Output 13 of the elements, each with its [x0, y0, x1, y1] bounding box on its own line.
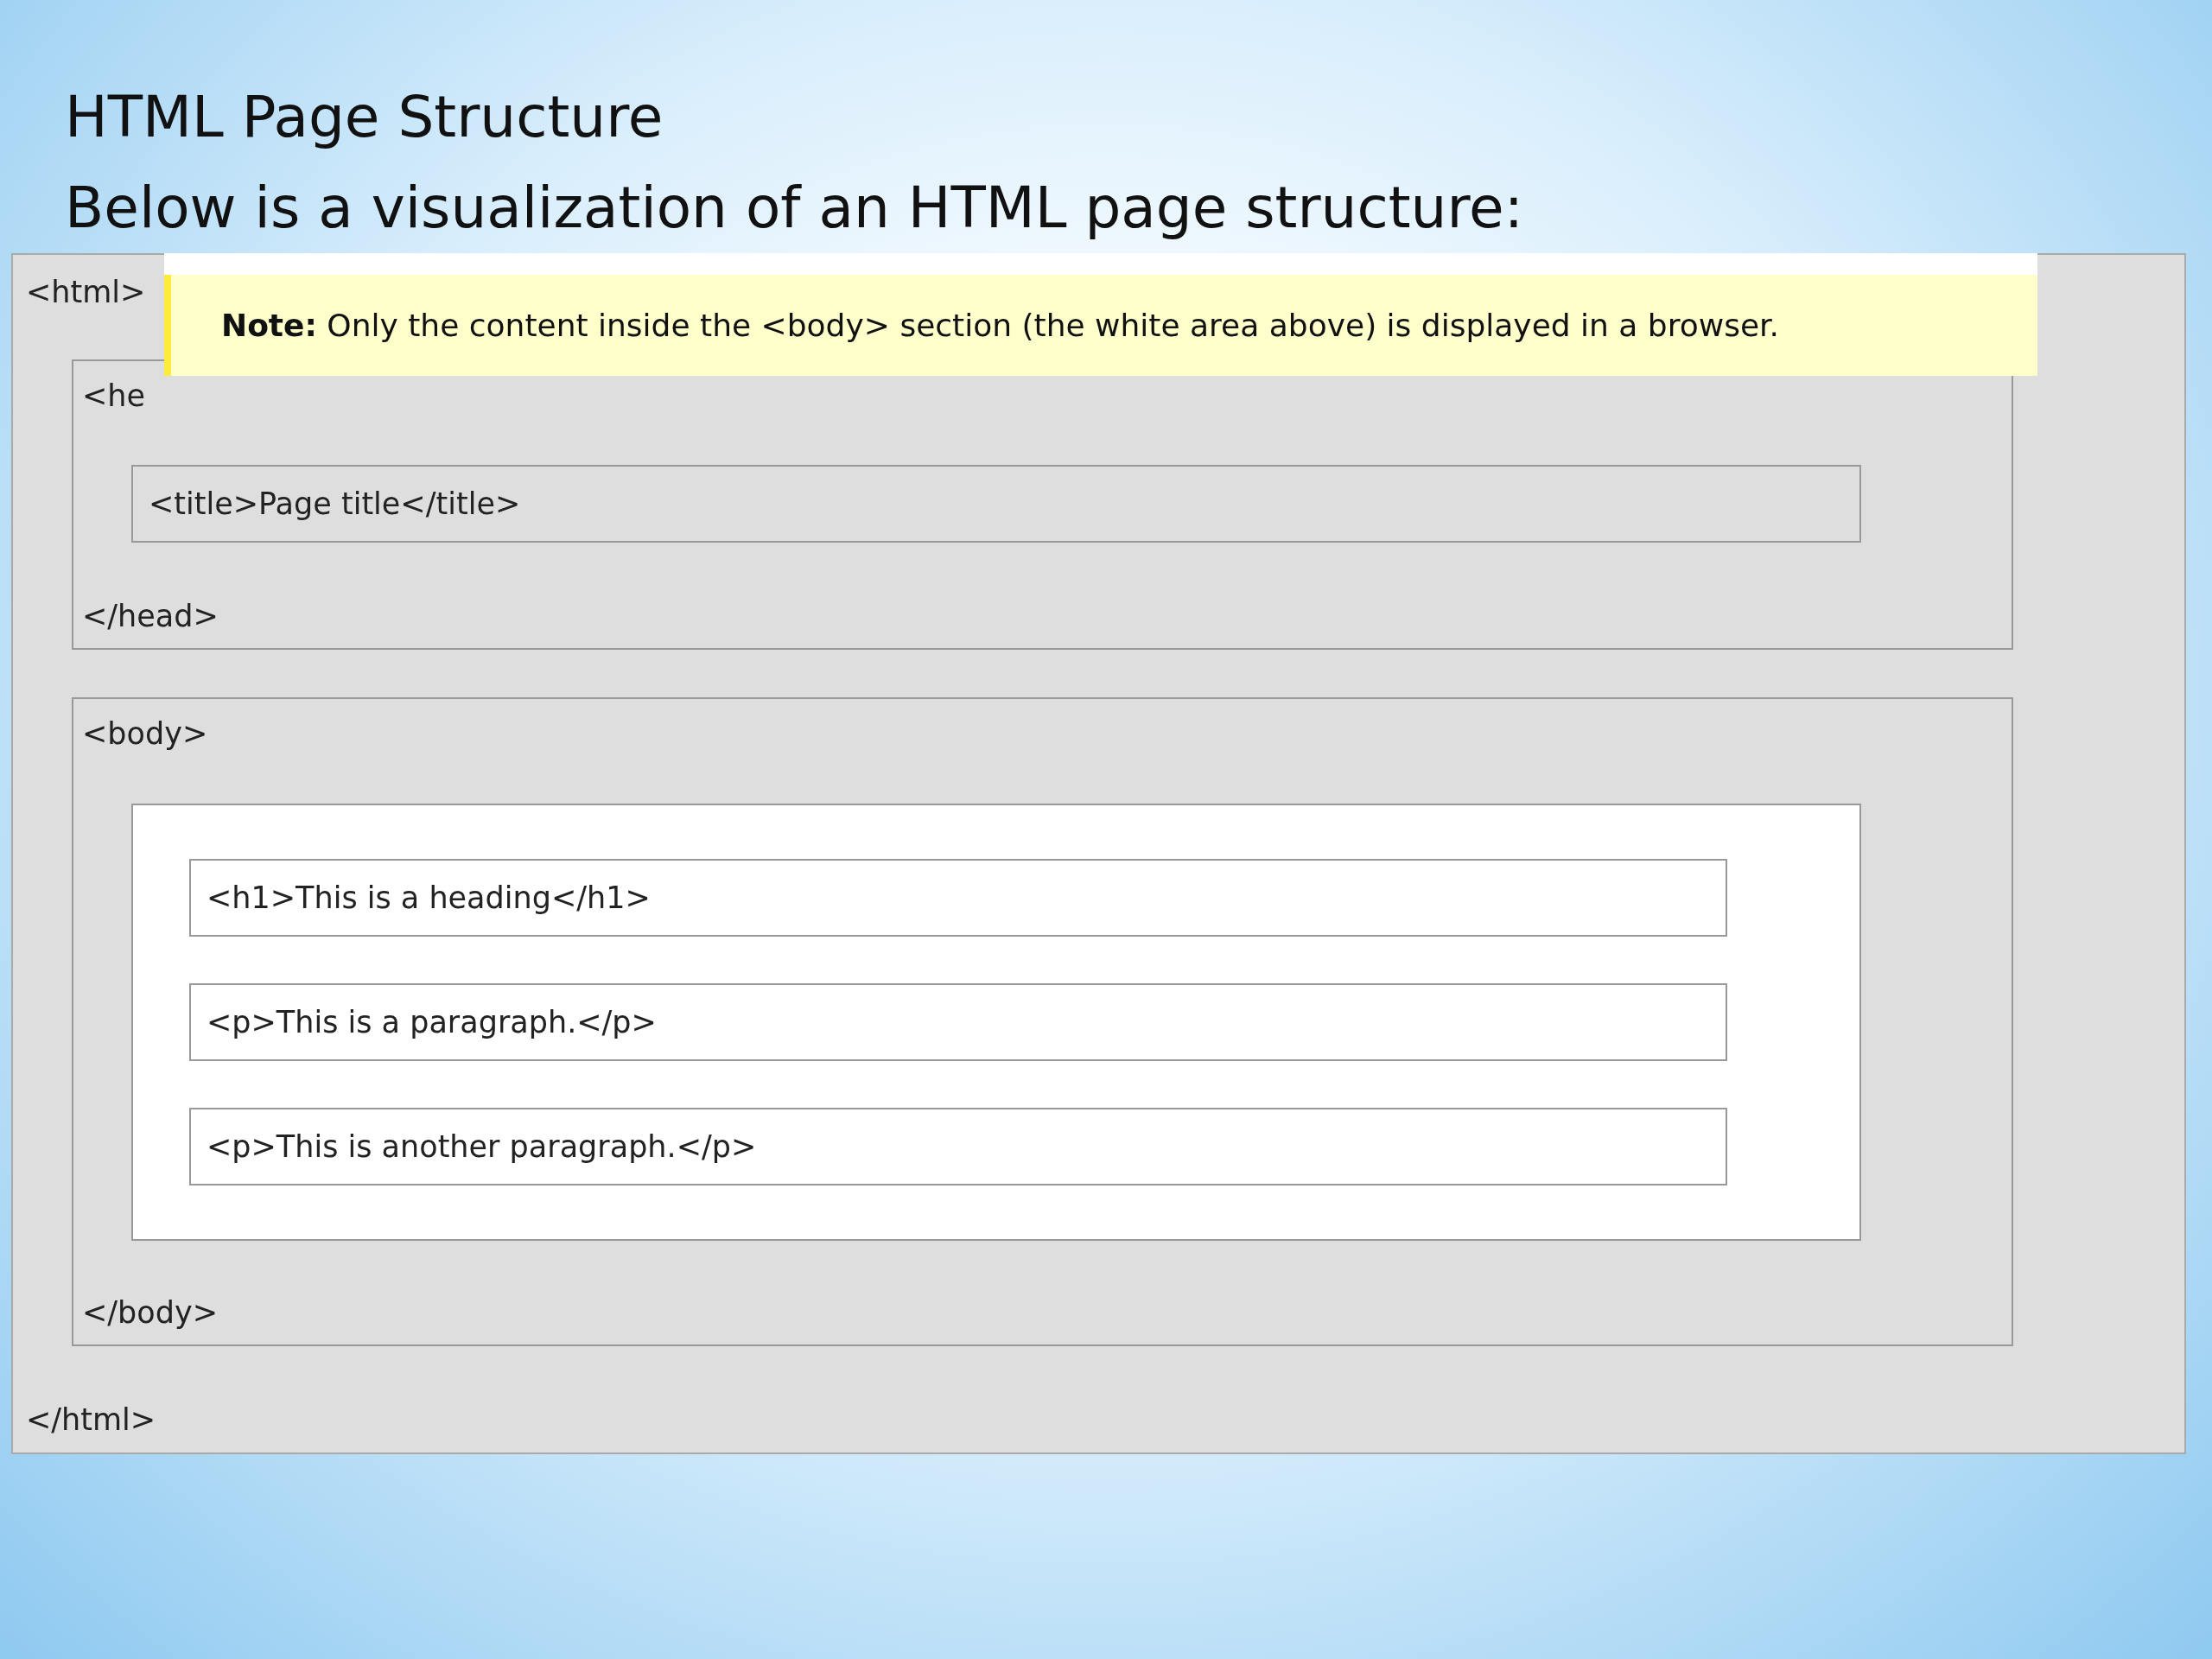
slide-title: HTML Page Structure	[65, 83, 664, 152]
head-close-tag: </head>	[82, 594, 219, 638]
note-text: Note: Only the content inside the <body> section (the white area above) is displayed in a browser.	[221, 308, 1780, 343]
slide-subtitle: Below is a visualization of an HTML page structure:	[65, 174, 1524, 243]
head-open-tag: <he	[82, 374, 146, 417]
html-close-tag: </html>	[26, 1398, 156, 1441]
body-element: <p>This is another paragraph.</p>	[189, 1108, 1727, 1185]
body-element: <p>This is a paragraph.</p>	[189, 983, 1727, 1061]
title-element: <title>Page title</title>	[131, 465, 1861, 543]
html-open-tag: <html>	[26, 270, 146, 314]
body-close-tag: </body>	[82, 1291, 218, 1334]
body-element: <h1>This is a heading</h1>	[189, 859, 1727, 937]
body-open-tag: <body>	[82, 712, 208, 755]
